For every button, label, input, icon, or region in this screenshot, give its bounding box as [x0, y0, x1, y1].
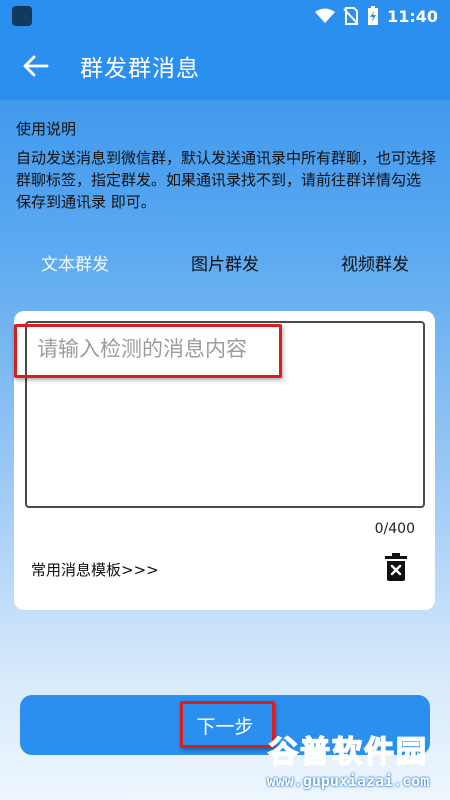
arrow-left-icon	[23, 55, 49, 77]
status-time: 11:40	[387, 6, 438, 26]
back-button[interactable]	[6, 36, 66, 96]
tab-text-send[interactable]: 文本群发	[0, 250, 150, 275]
next-button-highlight-annotation	[180, 701, 275, 748]
tab-video-send[interactable]: 视频群发	[300, 250, 450, 275]
watermark-url: www.gupuxiazai.com	[266, 772, 430, 790]
instructions-section: 使用说明 自动发送消息到微信群，默认发送通讯录中所有群聊，也可选择群聊标签，指定…	[16, 118, 438, 213]
status-bar: 11:40	[0, 0, 450, 32]
message-template-link[interactable]: 常用消息模板>>>	[31, 559, 159, 580]
battery-charging-icon	[368, 6, 379, 25]
char-counter: 0/400	[374, 521, 415, 537]
input-highlight-annotation	[14, 324, 282, 378]
tab-image-send[interactable]: 图片群发	[150, 250, 300, 275]
trash-icon[interactable]	[385, 553, 407, 581]
wifi-icon	[315, 8, 336, 23]
send-type-tabs: 文本群发 图片群发 视频群发	[0, 245, 450, 279]
app-notification-icon	[12, 6, 32, 26]
instructions-body: 自动发送消息到微信群，默认发送通讯录中所有群聊，也可选择群聊标签，指定群发。如果…	[16, 149, 437, 211]
page-title: 群发群消息	[80, 56, 200, 82]
no-sim-icon	[343, 7, 359, 25]
instructions-title: 使用说明	[16, 120, 77, 138]
app-bar: 群发群消息	[0, 32, 450, 100]
